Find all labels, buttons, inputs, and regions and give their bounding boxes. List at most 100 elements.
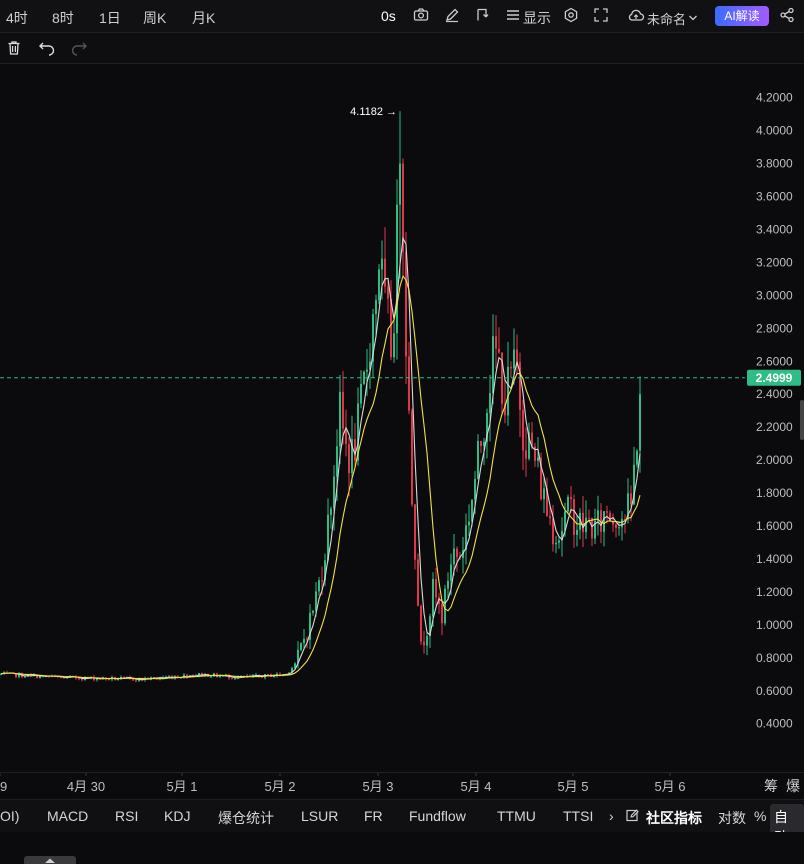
y-tick-label: 2.6000 [756, 354, 793, 368]
redo-icon[interactable] [70, 40, 88, 59]
candle-body [135, 680, 137, 682]
candle-body [435, 578, 437, 598]
candle-body [384, 258, 386, 287]
y-tick-label: 4.2000 [756, 91, 793, 105]
timeframe-month[interactable]: 月K [192, 8, 215, 28]
tab-kdj[interactable]: KDJ [164, 808, 190, 824]
timeframe-8h[interactable]: 8时 [52, 8, 74, 28]
tab-ttsi[interactable]: TTSI [563, 808, 593, 824]
y-tick-label: 2.0000 [756, 453, 793, 467]
candle-body [606, 511, 608, 513]
scroll-handle[interactable] [800, 400, 804, 440]
y-tick-label: 0.8000 [756, 651, 793, 665]
liquidation-tab[interactable]: 爆 [786, 779, 800, 795]
tab-oi[interactable]: OI) [0, 808, 19, 824]
y-tick-label: 2.4000 [756, 387, 793, 401]
footer-bar [0, 832, 804, 864]
candle-body [498, 348, 500, 353]
y-tick-label: 3.2000 [756, 255, 793, 269]
candle-body [468, 521, 470, 526]
chip-tab[interactable]: 筹 [764, 778, 778, 795]
candle-body [447, 580, 449, 589]
candle-body [300, 643, 302, 650]
tab-ttmu[interactable]: TTMU [497, 808, 536, 824]
x-tick-label: 5月 3 [362, 779, 393, 794]
cloud-icon[interactable] [627, 7, 645, 26]
camera-icon[interactable] [413, 7, 429, 26]
percent-scale-toggle[interactable]: % [754, 808, 766, 824]
settings-icon[interactable] [563, 7, 579, 26]
candle-body [210, 676, 212, 678]
log-scale-toggle[interactable]: 对数 [718, 808, 746, 828]
timeframe-1d[interactable]: 1日 [99, 8, 121, 28]
candle-body [378, 269, 380, 301]
candle-body [477, 441, 479, 479]
tab-lsur[interactable]: LSUR [301, 808, 338, 824]
candle-body [393, 333, 395, 358]
panel-drag-handle[interactable] [24, 856, 76, 864]
candle-body [441, 603, 443, 624]
candle-body [366, 369, 368, 372]
candle-body [582, 512, 584, 533]
candle-body [588, 517, 590, 519]
candle-body [513, 349, 515, 369]
trash-icon[interactable] [7, 40, 21, 59]
layout-name[interactable]: 未命名 [647, 9, 686, 28]
candle-body [348, 444, 350, 474]
fullscreen-icon[interactable] [593, 7, 609, 26]
edit-icon[interactable] [626, 809, 639, 825]
candle-body [450, 564, 452, 581]
candle-body [492, 336, 494, 394]
candle-body [336, 446, 338, 477]
timeframe-week[interactable]: 周K [143, 8, 166, 28]
candle-body [354, 439, 356, 461]
tab-macd[interactable]: MACD [47, 808, 88, 824]
share-icon[interactable] [779, 7, 795, 26]
price-chart[interactable]: 0.4000 0.6000 0.8000 1.0000 1.2000 1.4000 1.60… [0, 64, 804, 798]
undo-icon[interactable] [38, 40, 56, 59]
candle-body [507, 366, 509, 416]
candle-body [570, 496, 572, 500]
x-tick-label: 5月 6 [654, 779, 685, 794]
candle-body [456, 548, 458, 558]
candle-body [516, 349, 518, 363]
tab-liquidation-stats[interactable]: 爆仓统计 [218, 808, 274, 828]
candle-body [396, 204, 398, 334]
caret-up-icon [45, 858, 55, 863]
tab-fundflow[interactable]: Fundflow [409, 808, 466, 824]
candle-body [495, 336, 497, 349]
more-indicators-button[interactable]: › [609, 808, 614, 824]
chevron-down-icon[interactable] [688, 10, 698, 26]
candle-body [615, 524, 617, 529]
candle-body [591, 518, 593, 539]
candle-body [303, 638, 305, 644]
candle-body [375, 300, 377, 315]
x-tick-label: 4月 30 [67, 779, 105, 794]
y-tick-label: 0.4000 [756, 717, 793, 731]
tab-fr[interactable]: FR [364, 808, 383, 824]
candle-body [621, 519, 623, 528]
candle-body [381, 258, 383, 270]
candle-body [453, 548, 455, 565]
candlestick-chart[interactable]: 0.4000 0.6000 0.8000 1.0000 1.2000 1.4000 1.60… [0, 64, 804, 798]
y-tick-label: 4.0000 [756, 124, 793, 138]
candle-body [576, 529, 578, 535]
timeframe-4h[interactable]: 4时 [6, 8, 28, 28]
candle-body [489, 393, 491, 413]
candle-body [234, 678, 236, 680]
y-tick-label: 3.8000 [756, 157, 793, 171]
display-button[interactable]: 显示 [523, 8, 551, 28]
candle-body [267, 674, 269, 676]
candle-body [78, 678, 80, 680]
tab-rsi[interactable]: RSI [115, 808, 138, 824]
pen-icon[interactable] [444, 7, 460, 26]
candle-body [408, 356, 410, 411]
candle-body [543, 488, 545, 500]
candle-body [417, 559, 419, 606]
community-indicators-button[interactable]: 社区指标 [646, 808, 702, 828]
ai-interpret-button[interactable]: AI解读 [715, 6, 769, 26]
replay-icon[interactable] [474, 7, 490, 26]
y-tick-label: 3.6000 [756, 190, 793, 204]
candle-body [480, 441, 482, 447]
display-menu-icon[interactable] [506, 7, 520, 26]
